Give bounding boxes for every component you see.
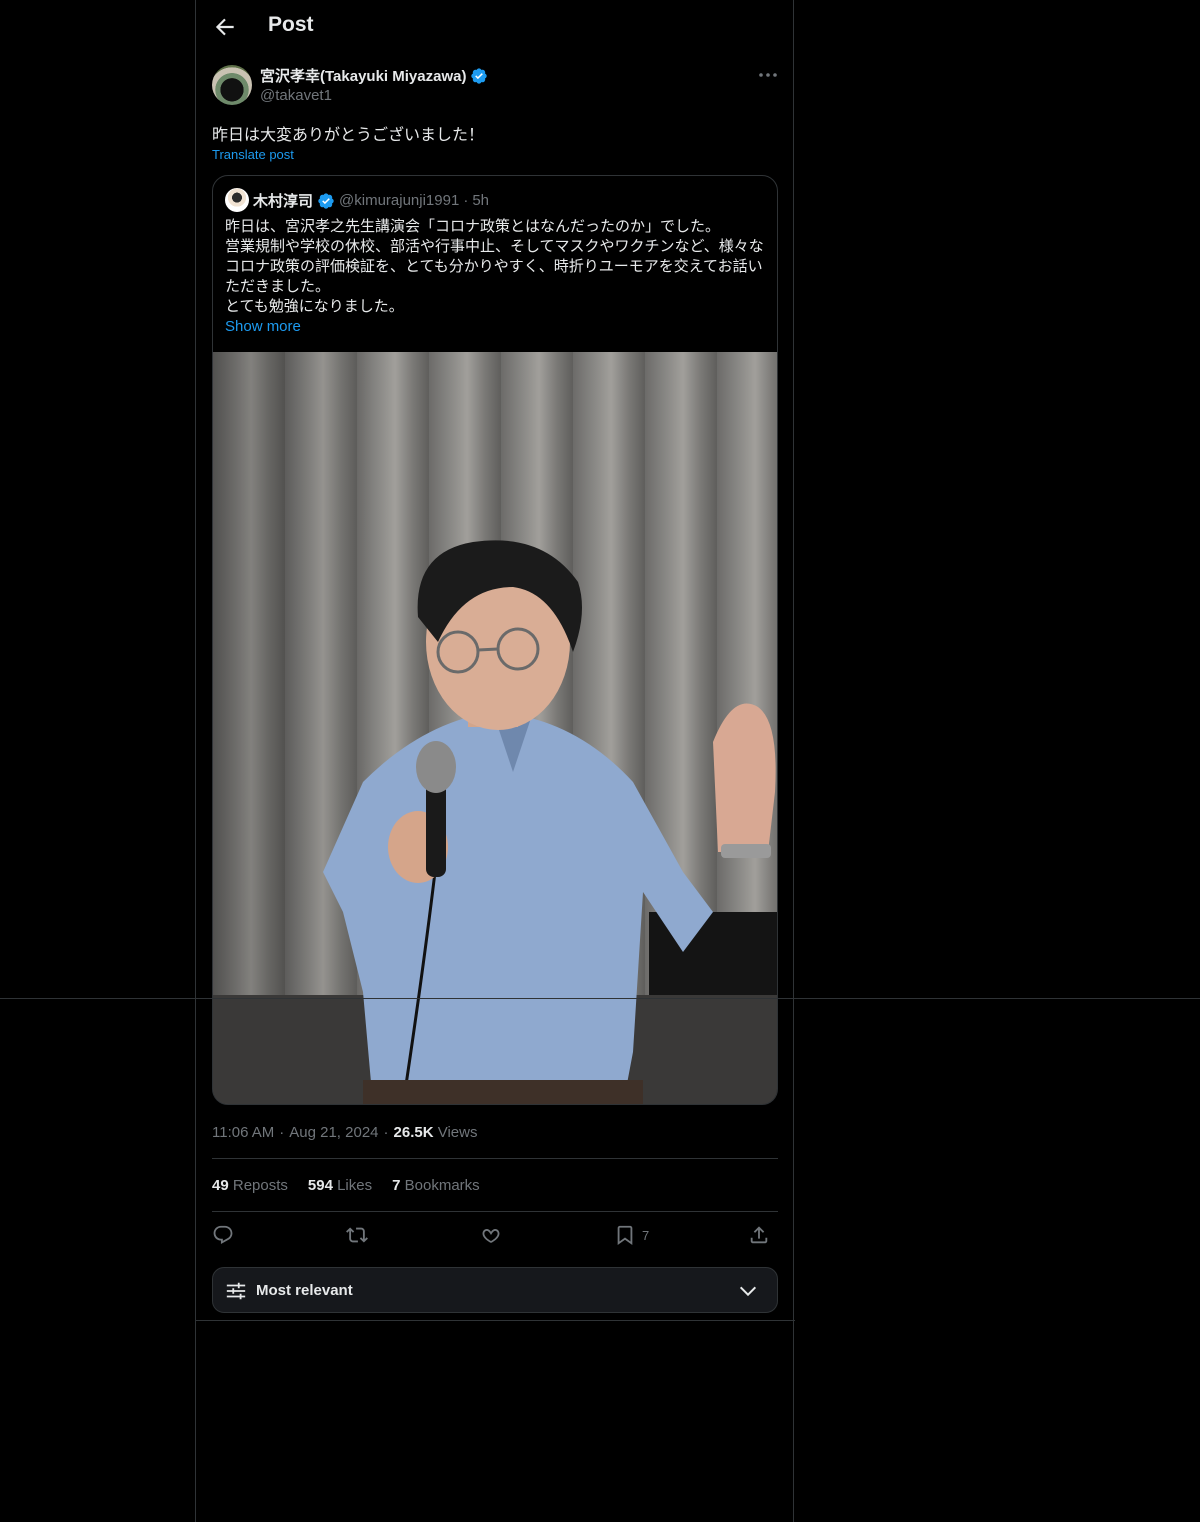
quote-text-line: とても勉強になりました。 <box>225 298 404 315</box>
reposts-stat[interactable]: 49 Reposts <box>212 1177 288 1194</box>
repost-button[interactable] <box>346 1222 368 1248</box>
translate-post-link[interactable]: Translate post <box>212 147 294 162</box>
reposts-count: 49 <box>212 1177 229 1194</box>
chevron-down-icon <box>739 1286 757 1297</box>
post-date[interactable]: Aug 21, 2024 <box>289 1124 378 1141</box>
repost-icon <box>346 1227 368 1243</box>
quote-separator: · <box>463 192 469 209</box>
page-title: Post <box>268 13 314 36</box>
bookmark-count: 7 <box>642 1227 650 1243</box>
quote-text-line: 営業規制や学校の休校、部活や行事中止、そしてマスクやワクチンなど、様々な <box>225 238 764 255</box>
bookmarks-count: 7 <box>392 1177 401 1194</box>
speaker-figure <box>323 540 776 1104</box>
meta-separator: · <box>279 1124 285 1141</box>
quote-author-avatar <box>225 188 249 212</box>
quote-text-line: ただきました。 <box>225 278 331 295</box>
quote-time: 5h <box>472 192 489 209</box>
author-handle[interactable]: @takavet1 <box>260 87 332 104</box>
reposts-label: Reposts <box>232 1177 288 1194</box>
overlay-divider-line <box>0 998 1200 999</box>
sort-label: Most relevant <box>256 1282 353 1299</box>
author-name[interactable]: 宮沢孝幸(Takayuki Miyazawa) <box>260 65 466 86</box>
post-time[interactable]: 11:06 AM <box>212 1124 274 1141</box>
more-icon[interactable] <box>756 65 780 85</box>
author-name-row: 宮沢孝幸(Takayuki Miyazawa) <box>260 65 488 86</box>
views-label: Views <box>437 1124 478 1141</box>
share-icon <box>750 1226 768 1244</box>
quote-author-name: 木村淳司 <box>253 193 314 210</box>
verified-badge-icon <box>318 192 334 209</box>
bookmark-button[interactable]: 7 <box>614 1222 649 1248</box>
back-arrow-icon[interactable] <box>212 14 238 40</box>
post-meta: 11:06 AM · Aug 21, 2024 · 26.5K Views <box>212 1124 477 1141</box>
views: 26.5K Views <box>394 1124 478 1141</box>
author-avatar[interactable] <box>212 65 252 105</box>
like-button[interactable] <box>480 1222 502 1248</box>
divider <box>212 1158 778 1159</box>
likes-label: Likes <box>337 1177 373 1194</box>
engagement-stats: 49 Reposts 594 Likes 7 Bookmarks <box>212 1177 480 1194</box>
quote-text-line: 昨日は、宮沢孝之先生講演会「コロナ政策とはなんだったのか」でした。 <box>225 218 721 235</box>
meta-separator: · <box>383 1124 389 1141</box>
show-more-link[interactable]: Show more <box>225 318 301 335</box>
verified-badge-icon <box>471 67 488 84</box>
like-icon <box>482 1229 500 1243</box>
quote-text-line: コロナ政策の評価検証を、とても分かりやすく、時折りユーモアを交えてお話い <box>225 258 763 275</box>
likes-count: 594 <box>307 1177 333 1194</box>
action-bar: 7 <box>212 1222 778 1250</box>
filter-icon <box>226 1282 246 1300</box>
quote-text: 昨日は、宮沢孝之先生講演会「コロナ政策とはなんだったのか」でした。 営業規制や学… <box>225 217 770 317</box>
views-count: 26.5K <box>393 1124 434 1141</box>
quote-photo[interactable] <box>213 352 777 1104</box>
post-text: 昨日は大変ありがとうございました！ <box>212 127 485 144</box>
quote-author-handle: @kimurajunji1991 <box>339 192 460 209</box>
reply-button[interactable] <box>212 1222 234 1248</box>
quoted-post[interactable]: 木村淳司 @kimurajunji1991 · 5h 昨日は、宮沢孝之先生講演会… <box>212 175 778 1105</box>
divider <box>196 1320 795 1321</box>
reply-sort-dropdown[interactable]: Most relevant <box>212 1267 778 1313</box>
bookmarks-label: Bookmarks <box>404 1177 480 1194</box>
bookmark-icon <box>617 1225 633 1246</box>
quote-header: 木村淳司 @kimurajunji1991 · 5h <box>253 190 489 211</box>
bookmarks-stat[interactable]: 7 Bookmarks <box>392 1177 480 1194</box>
page-header: Post <box>196 0 793 54</box>
primary-column: Post 宮沢孝幸(Takayuki Miyazawa) @takavet1 昨… <box>195 0 795 1522</box>
likes-stat[interactable]: 594 Likes <box>308 1177 372 1194</box>
divider <box>212 1211 778 1212</box>
reply-icon <box>213 1225 233 1245</box>
share-button[interactable] <box>748 1222 770 1248</box>
